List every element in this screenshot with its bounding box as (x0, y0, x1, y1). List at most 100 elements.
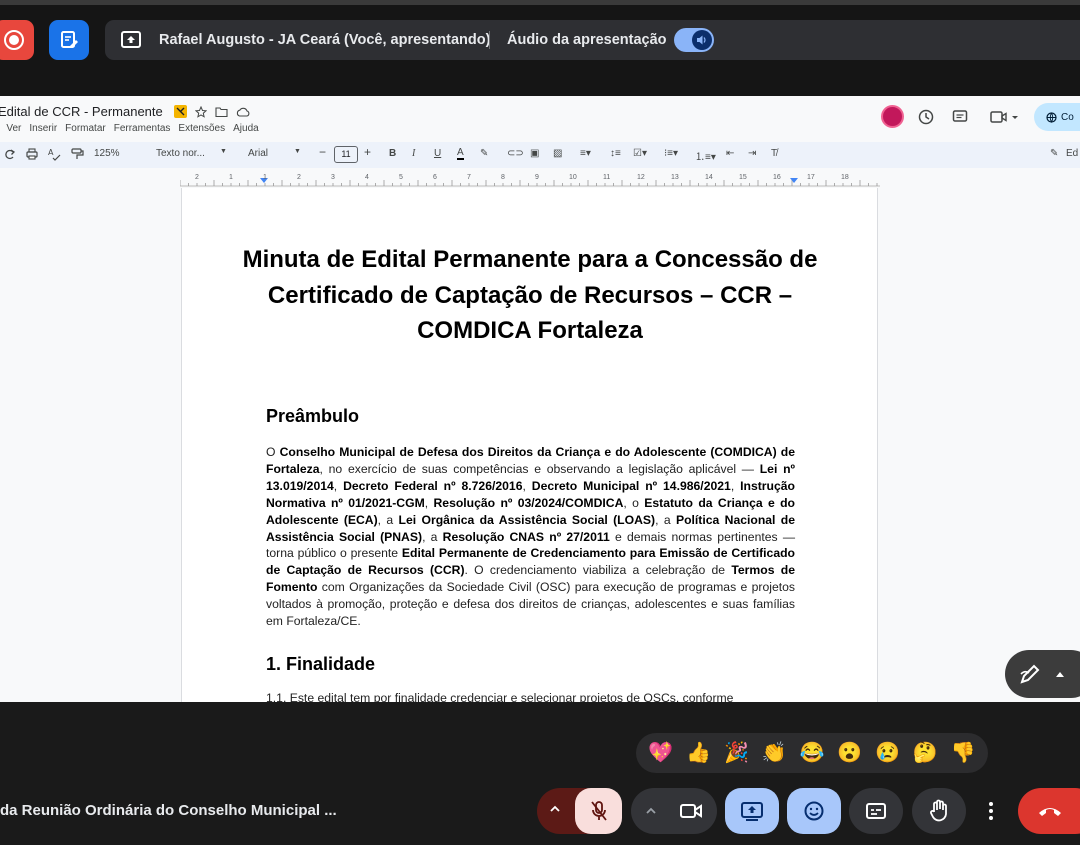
menu-item-extensions[interactable]: Extensões (178, 123, 225, 134)
redo-icon[interactable] (3, 147, 17, 161)
reaction-thinking[interactable]: 🤔 (913, 743, 938, 763)
presenter-label: Rafael Augusto - JA Ceará (Você, apresen… (159, 32, 491, 48)
font-size-input[interactable]: 11 (334, 146, 358, 163)
menu-item-tools[interactable]: Ferramentas (114, 123, 171, 134)
increase-font-icon[interactable]: + (364, 145, 371, 159)
ruler: 2 1 1 2 3 4 5 6 7 8 9 10 11 12 13 14 15 16 17 18 (179, 174, 880, 187)
text-run: , (730, 478, 741, 493)
leave-call-button[interactable] (1018, 788, 1080, 834)
section-heading: 1. Finalidade (266, 654, 376, 674)
text-run: com Organizações da Sociedade Civil (OSC… (266, 580, 795, 629)
meet-top-bar: Rafael Augusto - JA Ceará (Você, apresen… (0, 0, 1080, 96)
volume-icon (692, 30, 712, 50)
document-title[interactable]: Edital de CCR - Permanente (0, 104, 163, 119)
google-docs-window: Edital de CCR - Permanente r Ver Inserir… (0, 96, 1080, 702)
menu-item-view[interactable]: Ver (6, 123, 21, 134)
avatar[interactable] (881, 105, 904, 128)
spellcheck-icon[interactable]: A (47, 147, 61, 161)
ruler-number: 13 (671, 174, 679, 181)
ruler-number: 9 (535, 174, 539, 181)
reactions-bar: 💖 👍 🎉 👏 😂 😮 😢 🤔 👎 (636, 733, 988, 773)
document-heading: Minuta de Edital Permanente para a Conce… (242, 246, 818, 344)
font-select[interactable]: Arial (248, 148, 268, 159)
print-icon[interactable] (25, 147, 39, 161)
align-icon[interactable]: ≡▾ (580, 148, 591, 159)
italic-icon[interactable]: I (412, 148, 415, 159)
reaction-heart[interactable]: 💖 (648, 743, 673, 763)
menu-item-insert[interactable]: Inserir (29, 123, 57, 134)
ruler-number: 12 (637, 174, 645, 181)
menu-item-format[interactable]: Formatar (65, 123, 106, 134)
annotate-pen-icon (1020, 664, 1040, 684)
menu-item-help[interactable]: Ajuda (233, 123, 259, 134)
ruler-number: 3 (331, 174, 335, 181)
bulleted-list-icon[interactable]: ⁝≡▾ (664, 148, 678, 159)
text-color-icon[interactable]: A (457, 148, 464, 160)
checklist-icon[interactable]: ☑▾ (633, 148, 647, 159)
bold-text-run: Resolução nº 03/2024/COMDICA (433, 495, 624, 510)
camera-button[interactable] (631, 788, 717, 834)
reaction-party[interactable]: 🎉 (724, 743, 749, 763)
ruler-number: 4 (365, 174, 369, 181)
present-screen-icon (741, 802, 763, 821)
line-spacing-icon[interactable]: ↕≡ (610, 148, 621, 159)
decrease-indent-icon[interactable]: ⇤ (726, 148, 734, 159)
bold-icon[interactable]: B (389, 148, 396, 159)
numbered-list-icon[interactable]: ⒈≡▾ (695, 148, 716, 163)
mic-toggle-button[interactable] (575, 788, 622, 834)
record-icon (4, 30, 24, 50)
hang-up-icon (1039, 808, 1061, 816)
edit-mode-label[interactable]: Ed (1066, 148, 1078, 159)
zoom-select[interactable]: 125% (94, 148, 120, 159)
edit-mode-icon[interactable]: ✎ (1050, 148, 1058, 159)
meeting-title: da Reunião Ordinária do Conselho Municip… (0, 802, 337, 819)
add-comment-icon[interactable]: ▣ (530, 148, 539, 159)
present-now-button[interactable] (725, 788, 779, 834)
recording-button[interactable] (0, 20, 34, 60)
share-button[interactable]: Co (1034, 103, 1080, 131)
highlight-icon[interactable]: ✎ (480, 148, 488, 159)
docs-ai-icon[interactable] (174, 105, 187, 118)
ruler-number: 2 (195, 174, 199, 181)
notes-button[interactable] (49, 20, 89, 60)
star-icon[interactable] (195, 105, 207, 118)
annotate-button[interactable] (1005, 650, 1080, 698)
insert-image-icon[interactable]: ▨ (553, 148, 562, 159)
paint-format-icon[interactable] (70, 147, 84, 161)
cloud-saved-icon[interactable] (236, 106, 250, 118)
send-reaction-button[interactable] (787, 788, 841, 834)
document-page[interactable]: Minuta de Edital Permanente para a Conce… (181, 188, 878, 702)
raise-hand-button[interactable] (912, 788, 966, 834)
presentation-audio-toggle[interactable] (674, 28, 714, 52)
meet-video-icon[interactable] (989, 108, 1021, 126)
bold-text-run: Decreto Municipal nº 14.986/2021 (531, 478, 731, 493)
chevron-up-icon (646, 807, 656, 814)
reaction-thumbs-down[interactable]: 👎 (951, 743, 976, 763)
clear-formatting-icon[interactable]: T̸ (771, 148, 777, 159)
underline-icon[interactable]: U (434, 148, 441, 159)
chevron-up-icon (550, 805, 560, 812)
formatting-toolbar: A 125% Texto nor... ▼ Arial ▼ − 11 + B I… (0, 142, 1080, 168)
increase-indent-icon[interactable]: ⇥ (748, 148, 756, 159)
audio-label: Áudio da apresentação (507, 32, 667, 48)
reaction-laugh[interactable]: 😂 (799, 743, 824, 763)
history-icon[interactable] (917, 108, 935, 126)
title-icons (174, 105, 250, 118)
chevron-down-icon: ▼ (294, 148, 301, 155)
comments-icon[interactable] (951, 108, 969, 126)
more-options-button[interactable] (975, 788, 1007, 834)
ruler-number: 1 (229, 174, 233, 181)
reaction-surprised[interactable]: 😮 (837, 743, 862, 763)
camera-icon (680, 804, 702, 818)
preambulo-paragraph: O Conselho Municipal de Defesa dos Direi… (266, 444, 795, 630)
text-run: , o (623, 495, 645, 510)
decrease-font-icon[interactable]: − (319, 145, 326, 159)
reaction-thumbs-up[interactable]: 👍 (686, 743, 711, 763)
reaction-sad[interactable]: 😢 (875, 743, 900, 763)
move-folder-icon[interactable] (215, 106, 228, 118)
link-icon[interactable]: ⊂⊃ (507, 148, 524, 159)
reaction-clap[interactable]: 👏 (762, 743, 787, 763)
captions-button[interactable] (849, 788, 903, 834)
style-select[interactable]: Texto nor... (156, 148, 205, 159)
bold-text-run: Lei Orgânica da Assistência Social (LOAS… (398, 512, 656, 527)
